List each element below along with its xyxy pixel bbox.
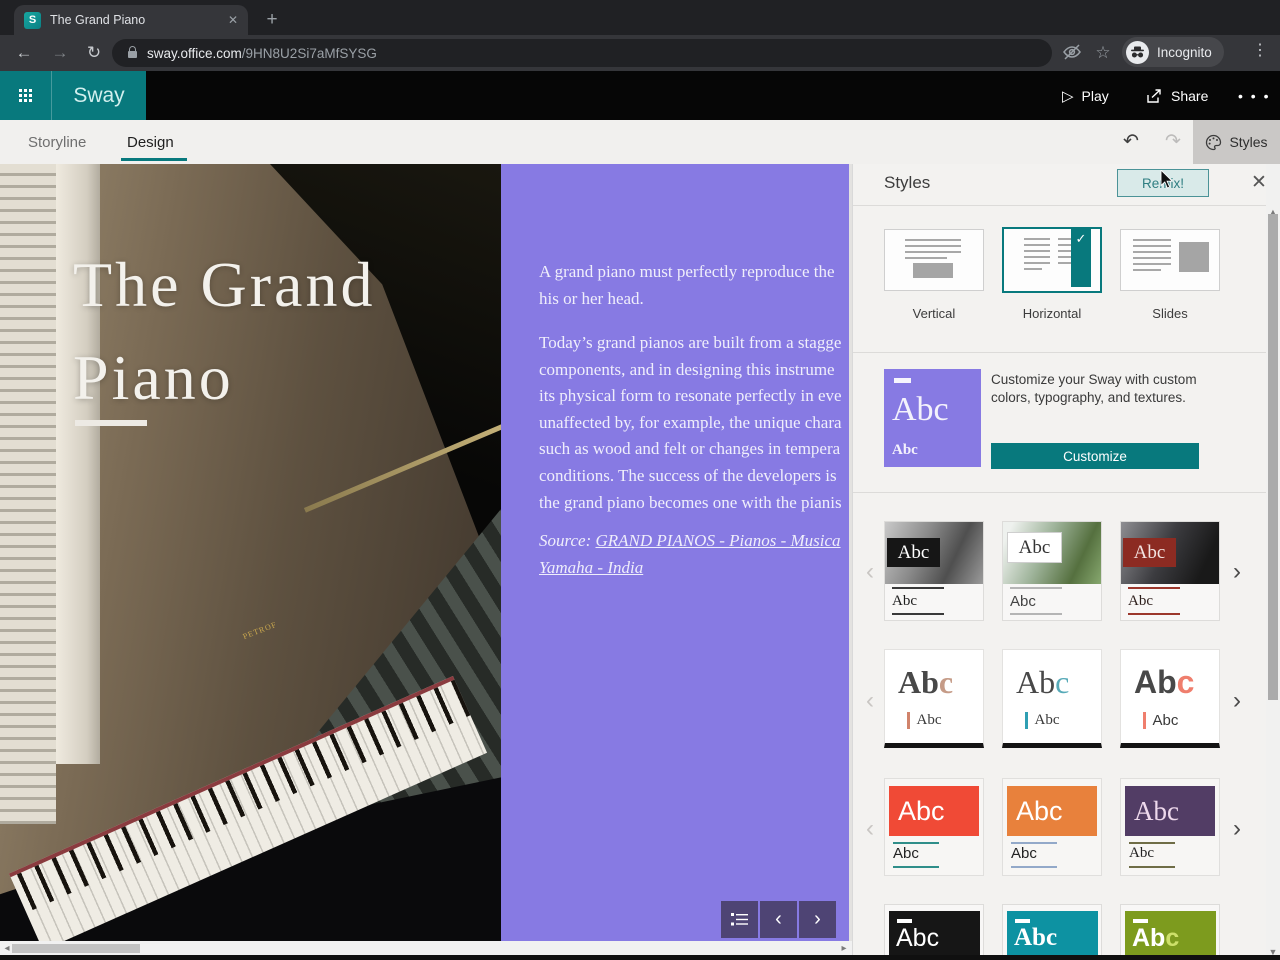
source-block: Source: GRAND PIANOS - Pianos - Musica Y… (539, 528, 849, 581)
paragraph-1: A grand piano must perfectly reproduce t… (539, 262, 835, 308)
incognito-badge: Incognito (1122, 37, 1224, 67)
panel-scrollbar-thumb[interactable] (1268, 214, 1278, 700)
layout-slides-card[interactable] (1120, 229, 1220, 291)
title-underline (75, 420, 147, 426)
close-tab-icon[interactable]: ✕ (228, 13, 238, 27)
customize-description: Customize your Sway with custom colors, … (991, 372, 1197, 405)
check-icon: ✓ (1075, 231, 1087, 246)
layout-vertical-card[interactable] (884, 229, 984, 291)
browser-tab-strip: S The Grand Piano ✕ + (0, 0, 1280, 35)
layout-horizontal-label: Horizontal (1022, 306, 1082, 321)
browser-menu-icon[interactable]: ⋮ (1250, 40, 1270, 60)
layout-horizontal-card[interactable]: ✓ (1002, 227, 1102, 293)
sway-favicon-icon: S (24, 11, 41, 29)
style-thumbnail[interactable]: Abc Abc (884, 521, 984, 621)
style-thumbnail[interactable]: Abc (884, 904, 984, 960)
hidden-eye-icon[interactable] (1062, 41, 1084, 65)
palette-icon (1205, 134, 1222, 151)
row1-previous-icon[interactable]: ‹ (861, 559, 879, 585)
reload-icon[interactable]: ↻ (82, 42, 106, 64)
mouse-cursor (1160, 170, 1176, 190)
tab-title: The Grand Piano (50, 13, 146, 27)
style-thumbnail[interactable]: Abc Abc (1002, 778, 1102, 876)
row3-next-icon[interactable]: › (1228, 816, 1246, 842)
sway-brand[interactable]: Sway (52, 71, 146, 120)
incognito-label: Incognito (1157, 44, 1212, 60)
divider (853, 492, 1266, 493)
ribbon (0, 120, 1280, 164)
incognito-icon (1126, 40, 1149, 64)
back-icon[interactable]: ← (12, 42, 36, 64)
divider (853, 352, 1266, 353)
row2-next-icon[interactable]: › (1228, 688, 1246, 714)
paragraph-2: Today’s grand pianos are built from a st… (539, 333, 842, 512)
piano-brand-text: PETROF (241, 619, 279, 642)
dash-mark (894, 378, 911, 383)
play-label: Play (1081, 87, 1109, 104)
address-bar[interactable]: sway.office.com/9HN8U2Si7aMfSYSG (112, 39, 1052, 67)
url-path: /9HN8U2Si7aMfSYSG (241, 45, 377, 61)
share-icon (1146, 88, 1163, 104)
row3-previous-icon[interactable]: ‹ (861, 816, 879, 842)
play-button[interactable]: ▷ Play (1062, 71, 1109, 120)
browser-tab[interactable]: S The Grand Piano ✕ (14, 5, 248, 35)
row1-next-icon[interactable]: › (1228, 559, 1246, 585)
next-section-button[interactable]: › (799, 901, 836, 938)
tab-storyline[interactable]: Storyline (28, 120, 86, 164)
layout-slides-label: Slides (1152, 306, 1188, 321)
style-thumbnail[interactable]: Abc (1120, 904, 1220, 960)
forward-icon[interactable]: → (48, 42, 72, 64)
outline-view-button[interactable] (721, 901, 758, 938)
style-thumbnail[interactable]: Abc Abc (1120, 778, 1220, 876)
url-host: sway.office.com (147, 45, 242, 61)
horizontal-scrollbar-thumb[interactable] (12, 944, 140, 953)
share-label: Share (1171, 87, 1209, 104)
active-tab-underline (121, 158, 187, 161)
window-blinds (0, 164, 56, 824)
selected-layout-marker: ✓ (1071, 229, 1091, 287)
scroll-right-icon[interactable]: ▸ (838, 943, 850, 955)
styles-button[interactable]: Styles (1193, 120, 1280, 164)
style-thumbnail[interactable]: Abc (1002, 904, 1102, 960)
share-button[interactable]: Share (1146, 71, 1208, 120)
style-thumbnail[interactable]: Abc Abc (1120, 649, 1220, 748)
chevron-right-icon: › (814, 908, 821, 930)
layout-vertical-label: Vertical (912, 306, 956, 321)
source-link[interactable]: GRAND PIANOS - Pianos - Musica (596, 531, 841, 550)
grand-piano-photo: PETROF The Grand Piano (0, 164, 501, 941)
screen: S The Grand Piano ✕ + ← → ↻ sway.office.… (0, 0, 1280, 960)
redo-icon[interactable]: ↷ (1160, 130, 1186, 154)
style-thumbnail[interactable]: Abc Abc (884, 778, 984, 876)
style-thumbnail[interactable]: Abc Abc (1002, 649, 1102, 748)
window-bottom-edge (0, 955, 1280, 960)
styles-button-label: Styles (1229, 134, 1268, 150)
sway-canvas: PETROF The Grand Piano A grand piano mus… (0, 164, 852, 941)
divider (853, 205, 1266, 206)
play-icon: ▷ (1062, 87, 1074, 105)
style-thumbnail[interactable]: Abc Abc (1002, 521, 1102, 621)
styles-panel-title: Styles (884, 173, 931, 192)
row2-previous-icon[interactable]: ‹ (861, 688, 879, 714)
new-tab-button[interactable]: + (260, 8, 284, 32)
style-thumbnail[interactable]: Abc Abc (884, 649, 984, 748)
text-panel: A grand piano must perfectly reproduce t… (501, 164, 849, 941)
chevron-left-icon: ‹ (775, 908, 782, 930)
source-label: Source: (539, 531, 596, 550)
customize-preview-tile: Abc Abc (884, 369, 981, 467)
section-nav: ‹ › (721, 901, 836, 938)
bookmark-star-icon[interactable]: ☆ (1092, 41, 1114, 65)
style-thumbnail[interactable]: Abc Abc (1120, 521, 1220, 621)
waffle-icon (19, 89, 32, 102)
undo-icon[interactable]: ↶ (1118, 130, 1144, 154)
header-more-button[interactable]: • • • (1238, 71, 1270, 120)
sway-title: The Grand Piano (73, 249, 376, 413)
lock-icon (128, 46, 137, 58)
previous-section-button[interactable]: ‹ (760, 901, 797, 938)
app-launcher-button[interactable] (0, 71, 52, 120)
source-link-line2[interactable]: Yamaha - India (539, 558, 643, 577)
customize-button[interactable]: Customize (991, 443, 1199, 469)
